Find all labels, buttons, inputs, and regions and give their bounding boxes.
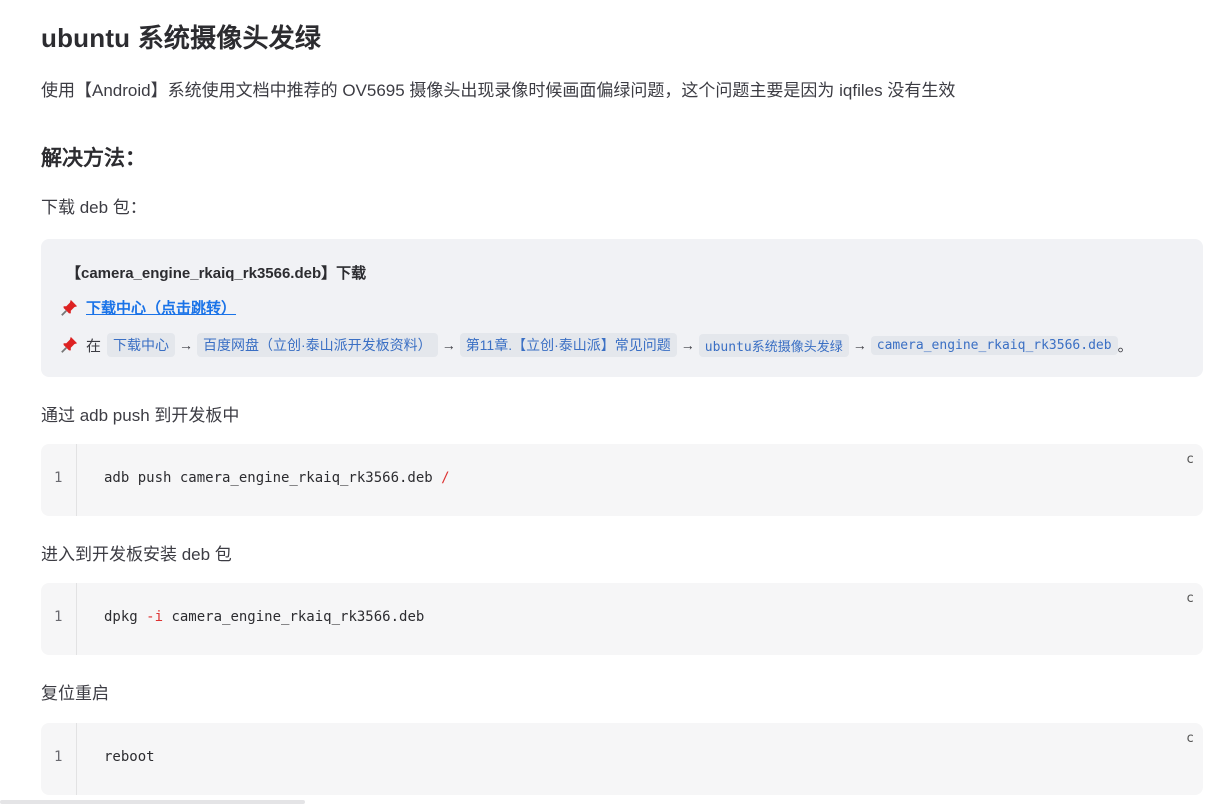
solution-heading: 解决方法： <box>41 147 146 170</box>
code-path: / <box>441 470 450 486</box>
pushpin-icon <box>61 336 78 353</box>
line-number: 1 <box>54 470 63 486</box>
tip-link-line: 下载中心（点击跳转） <box>60 297 236 318</box>
install-text: 进入到开发板安装 deb 包 <box>41 545 232 564</box>
push-text: 通过 adb push 到开发板中 <box>41 406 240 425</box>
download-center-link[interactable]: 下载中心（点击跳转） <box>86 297 236 318</box>
code-text: camera_engine_rkaiq_rk3566.deb <box>163 609 425 625</box>
copy-button[interactable]: c <box>1186 452 1194 467</box>
crumb-chapter-11: 第11章.【立创·泰山派】常见问题 <box>459 333 677 357</box>
code-flag: -i <box>146 609 164 625</box>
code-block-adb-push: 1 adb push camera_engine_rkaiq_rk3566.de… <box>41 444 1203 516</box>
horizontal-scrollbar[interactable] <box>0 800 305 804</box>
code-text: adb push camera_engine_rkaiq_rk3566.deb <box>104 470 442 486</box>
arrow-right-icon: → <box>852 337 867 353</box>
copy-button[interactable]: c <box>1186 591 1194 606</box>
code-block-reboot: 1 reboot c <box>41 723 1203 795</box>
crumb-download-center: 下载中心 <box>107 333 176 357</box>
code-command: dpkg <box>104 609 147 625</box>
download-text: 下载 deb 包： <box>41 198 147 217</box>
tip-title: 【camera_engine_rkaiq_rk3566.deb】下载 <box>66 265 367 282</box>
line-number: 1 <box>54 609 63 625</box>
code-line: adb push camera_engine_rkaiq_rk3566.deb … <box>104 470 450 486</box>
arrow-right-icon: → <box>441 337 456 353</box>
crumb-baidu-pan: 百度网盘（立创·泰山派开发板资料） <box>197 333 438 357</box>
intro-text: 使用【Android】系统使用文档中推荐的 OV5695 摄像头出现录像时候画面… <box>41 81 956 100</box>
tip-path-line: 在 下载中心 → 百度网盘（立创·泰山派开发板资料） → 第11章.【立创·泰山… <box>60 333 1139 357</box>
copy-button[interactable]: c <box>1186 731 1194 746</box>
arrow-right-icon: → <box>179 337 194 353</box>
tip-box: 【camera_engine_rkaiq_rk3566.deb】下载 下载中心（… <box>41 239 1203 377</box>
reboot-text: 复位重启 <box>41 684 109 703</box>
code-block-dpkg: 1 dpkg -i camera_engine_rkaiq_rk3566.deb… <box>41 583 1203 655</box>
code-line: dpkg -i camera_engine_rkaiq_rk3566.deb <box>104 609 424 625</box>
pushpin-icon <box>61 299 78 316</box>
path-prefix: 在 <box>86 337 102 355</box>
code-text: reboot <box>104 749 155 765</box>
arrow-right-icon: → <box>680 337 695 353</box>
line-number: 1 <box>54 749 63 765</box>
page-title: ubuntu 系统摄像头发绿 <box>41 23 322 53</box>
crumb-deb-file: camera_engine_rkaiq_rk3566.deb <box>870 335 1118 355</box>
path-suffix: 。 <box>1117 337 1133 355</box>
crumb-ubuntu-folder: ubuntu系统摄像头发绿 <box>698 333 849 357</box>
